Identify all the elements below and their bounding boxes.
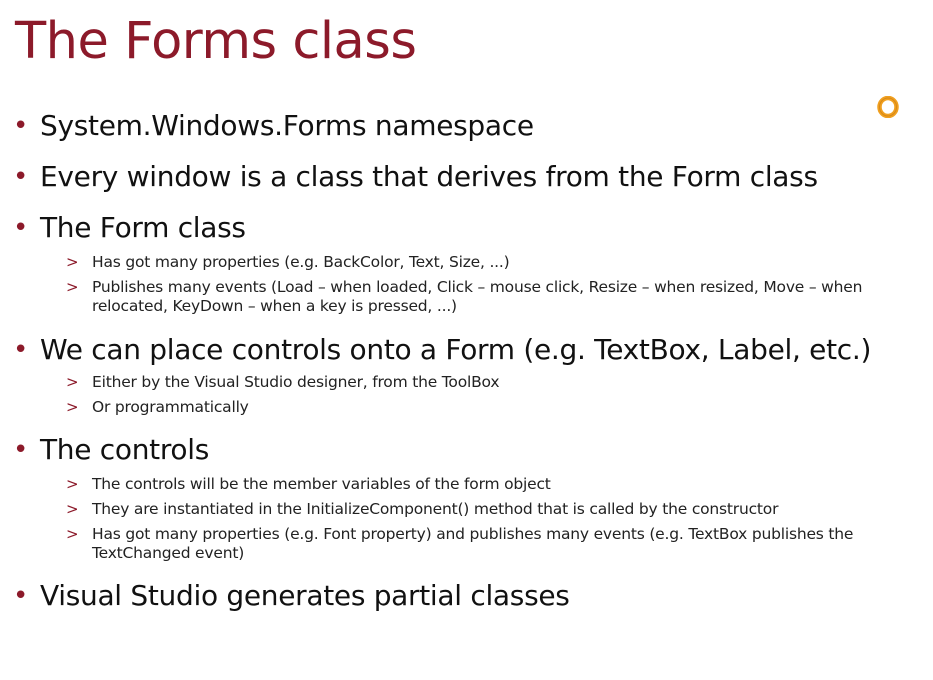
bullet-dot-icon: • bbox=[13, 435, 29, 465]
sub-bullet-item: > Either by the Visual Studio designer, … bbox=[66, 373, 912, 392]
sub-bullet-text: Has got many properties (e.g. BackColor,… bbox=[92, 253, 510, 271]
sub-bullet-text: The controls will be the member variable… bbox=[92, 475, 551, 493]
bullet-dot-icon: • bbox=[13, 162, 29, 192]
sub-bullet-text: Or programmatically bbox=[92, 398, 249, 416]
chevron-right-icon: > bbox=[66, 278, 79, 296]
bullet-text: We can place controls onto a Form (e.g. … bbox=[40, 333, 872, 366]
bullet-item: • System.Windows.Forms namespace bbox=[13, 108, 920, 144]
sub-bullet-item: > Or programmatically bbox=[66, 398, 912, 417]
bullet-dot-icon: • bbox=[13, 213, 29, 243]
bullet-text: The Form class bbox=[40, 211, 246, 244]
bullet-item: • Visual Studio generates partial classe… bbox=[13, 578, 920, 614]
chevron-right-icon: > bbox=[66, 475, 79, 493]
bullet-text: Visual Studio generates partial classes bbox=[40, 579, 570, 612]
chevron-right-icon: > bbox=[66, 373, 79, 391]
bullet-text: The controls bbox=[40, 433, 210, 466]
bullet-item: • The controls bbox=[13, 432, 920, 468]
bullet-item: • The Form class bbox=[13, 210, 920, 246]
sub-bullet-text: They are instantiated in the InitializeC… bbox=[92, 500, 779, 518]
sub-bullet-text: Either by the Visual Studio designer, fr… bbox=[92, 373, 500, 391]
slide-title: The Forms class bbox=[15, 12, 417, 71]
sub-bullet-item: > They are instantiated in the Initializ… bbox=[66, 500, 912, 519]
bullet-text: System.Windows.Forms namespace bbox=[40, 109, 534, 142]
sub-bullet-item: > Has got many properties (e.g. Font pro… bbox=[66, 525, 912, 563]
bullet-dot-icon: • bbox=[13, 111, 29, 141]
sub-bullet-text: Publishes many events (Load – when loade… bbox=[92, 278, 863, 315]
chevron-right-icon: > bbox=[66, 500, 79, 518]
sub-bullet-text: Has got many properties (e.g. Font prope… bbox=[92, 525, 854, 562]
sub-bullet-item: > Has got many properties (e.g. BackColo… bbox=[66, 253, 912, 272]
chevron-right-icon: > bbox=[66, 525, 79, 543]
bullet-text: Every window is a class that derives fro… bbox=[40, 160, 818, 193]
bullet-item: • Every window is a class that derives f… bbox=[13, 159, 920, 195]
bullet-dot-icon: • bbox=[13, 581, 29, 611]
bullet-dot-icon: • bbox=[13, 335, 29, 365]
chevron-right-icon: > bbox=[66, 253, 79, 271]
bullet-item: • We can place controls onto a Form (e.g… bbox=[13, 332, 920, 368]
chevron-right-icon: > bbox=[66, 398, 79, 416]
sub-bullet-item: > The controls will be the member variab… bbox=[66, 475, 912, 494]
sub-bullet-item: > Publishes many events (Load – when loa… bbox=[66, 278, 912, 316]
